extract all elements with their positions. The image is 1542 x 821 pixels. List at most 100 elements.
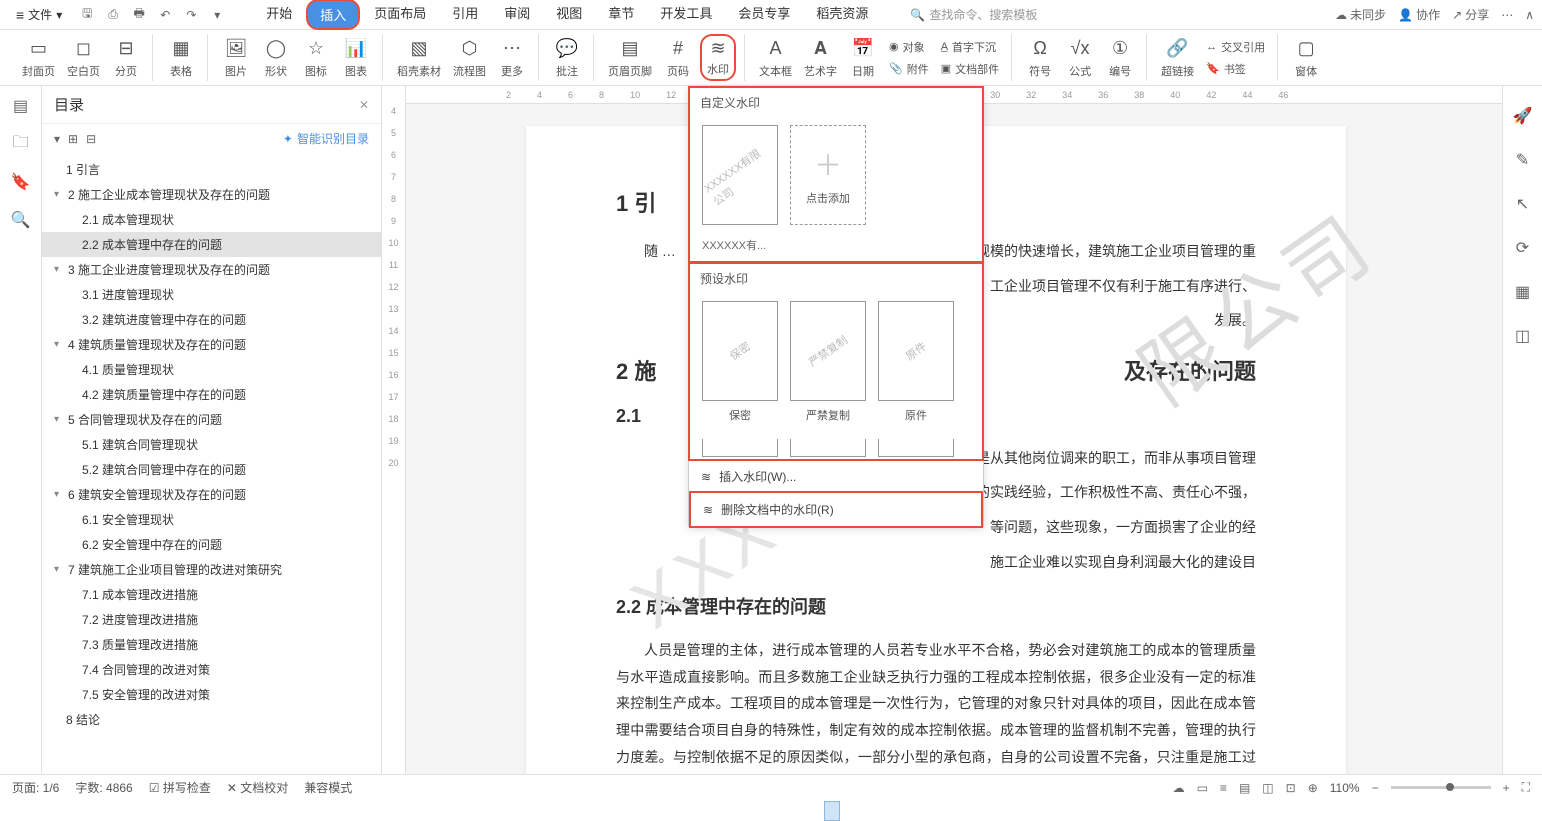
number-button[interactable]: ①编号 (1102, 34, 1138, 81)
tab-reference[interactable]: 引用 (440, 0, 490, 30)
crossref-button[interactable]: ↔交叉引用 (1202, 37, 1269, 57)
toc-item[interactable]: 7.1 成本管理改进措施 (42, 582, 381, 607)
attach-button[interactable]: 📎附件 (885, 59, 933, 79)
toc-item[interactable]: 7.2 进度管理改进措施 (42, 607, 381, 632)
toc-item[interactable]: 3.2 建筑进度管理中存在的问题 (42, 307, 381, 332)
toc-item[interactable]: 5.1 建筑合同管理现状 (42, 432, 381, 457)
tab-devtools[interactable]: 开发工具 (648, 0, 724, 30)
page-break-button[interactable]: ⊟分页 (108, 34, 144, 81)
zoom-in-icon[interactable]: + (1503, 781, 1510, 795)
toc-item[interactable]: ▾2 施工企业成本管理现状及存在的问题 (42, 182, 381, 207)
tab-vip[interactable]: 会员专享 (726, 0, 802, 30)
zoom-slider[interactable] (1391, 786, 1491, 789)
chevron-down-icon[interactable]: ▾ (208, 6, 226, 24)
toc-item[interactable]: 2.1 成本管理现状 (42, 207, 381, 232)
status-compat[interactable]: 兼容模式 (304, 779, 352, 796)
bookmark-button[interactable]: 🔖书签 (1202, 59, 1269, 79)
view-page-icon[interactable]: ▭ (1197, 781, 1208, 795)
fullscreen-icon[interactable]: ⛶ (1522, 780, 1530, 795)
comment-button[interactable]: 💬批注 (549, 34, 585, 81)
toc-item[interactable]: 3.1 进度管理现状 (42, 282, 381, 307)
insert-watermark-action[interactable]: ≋插入水印(W)... (689, 460, 983, 493)
object-button[interactable]: ◉对象 (885, 37, 933, 57)
preset-row2-2[interactable] (790, 439, 866, 457)
blank-page-button[interactable]: ◻空白页 (63, 34, 104, 81)
collapse-icon[interactable]: ∧ (1525, 8, 1534, 22)
toc-item[interactable]: ▾3 施工企业进度管理现状及存在的问题 (42, 257, 381, 282)
tab-view[interactable]: 视图 (544, 0, 594, 30)
preset-row2-3[interactable] (878, 439, 954, 457)
nav-bookmark-icon[interactable]: 🔖 (11, 172, 31, 192)
tab-pagelayout[interactable]: 页面布局 (362, 0, 438, 30)
undo-icon[interactable]: ↶ (156, 6, 174, 24)
toc-item[interactable]: 5.2 建筑合同管理中存在的问题 (42, 457, 381, 482)
preset-nocopy[interactable]: 严禁复制严禁复制 (790, 301, 866, 423)
export-icon[interactable]: ⎙ (104, 6, 122, 24)
toc-item[interactable]: ▾5 合同管理现状及存在的问题 (42, 407, 381, 432)
nav-search-icon[interactable]: 🔍 (11, 210, 31, 230)
command-search[interactable]: 🔍 查找命令、搜索模板 (910, 6, 1037, 23)
remove-watermark-action[interactable]: ≋删除文档中的水印(R) (689, 491, 983, 528)
iconlib-button[interactable]: ☆图标 (298, 34, 334, 81)
tab-resources[interactable]: 稻壳资源 (804, 0, 880, 30)
toc-item[interactable]: ▾6 建筑安全管理现状及存在的问题 (42, 482, 381, 507)
wordart-button[interactable]: 𝐀艺术字 (800, 34, 841, 81)
toc-collapse-icon[interactable]: ▾ (54, 132, 60, 146)
watermark-button[interactable]: ≋水印 (700, 34, 736, 81)
view-cloud-icon[interactable]: ☁ (1173, 781, 1185, 795)
sync-button[interactable]: ☁未同步 (1335, 6, 1386, 23)
more-button[interactable]: ⋯更多 (494, 34, 530, 81)
print-icon[interactable]: 🖶 (130, 6, 148, 24)
rocket-icon[interactable]: 🚀 (1513, 106, 1533, 126)
preset-row2-1[interactable] (702, 439, 778, 457)
collab-button[interactable]: 👤协作 (1398, 6, 1440, 23)
toc-item[interactable]: 4.2 建筑质量管理中存在的问题 (42, 382, 381, 407)
window-button[interactable]: ▢窗体 (1288, 34, 1324, 81)
tab-chapter[interactable]: 章节 (596, 0, 646, 30)
view-web-icon[interactable]: ▤ (1239, 781, 1250, 795)
preset-confidential[interactable]: 保密保密 (702, 301, 778, 423)
zoom-fit-icon[interactable]: ⊕ (1308, 781, 1318, 795)
close-icon[interactable]: ✕ (359, 98, 369, 112)
refresh-icon[interactable]: ⟳ (1513, 238, 1533, 258)
formula-button[interactable]: √x公式 (1062, 34, 1098, 81)
view-outline-icon[interactable]: ≡ (1220, 781, 1227, 795)
toc-item[interactable]: 7.3 质量管理改进措施 (42, 632, 381, 657)
cursor-icon[interactable]: ↖ (1513, 194, 1533, 214)
toc-add-icon[interactable]: ⊞ (68, 132, 78, 146)
page-number-button[interactable]: #页码 (660, 34, 696, 81)
redo-icon[interactable]: ↷ (182, 6, 200, 24)
dropcap-button[interactable]: A̲首字下沉 (937, 37, 1003, 57)
toc-item[interactable]: 4.1 质量管理现状 (42, 357, 381, 382)
view-focus-icon[interactable]: ⊡ (1286, 781, 1296, 795)
file-menu[interactable]: ≡ 文件 ▾ (8, 6, 70, 23)
header-footer-button[interactable]: ▤页眉页脚 (604, 34, 656, 81)
toc-item[interactable]: 6.2 安全管理中存在的问题 (42, 532, 381, 557)
toc-item[interactable]: 6.1 安全管理现状 (42, 507, 381, 532)
add-watermark-button[interactable]: ＋点击添加 (790, 125, 866, 225)
grid-icon[interactable]: ▦ (1513, 282, 1533, 302)
view-read-icon[interactable]: ◫ (1262, 781, 1273, 795)
material-button[interactable]: ▧稻壳素材 (393, 34, 445, 81)
share-button[interactable]: ↗分享 (1452, 6, 1489, 23)
picture-button[interactable]: 🖼图片 (218, 34, 254, 81)
symbol-button[interactable]: Ω符号 (1022, 34, 1058, 81)
toc-remove-icon[interactable]: ⊟ (86, 132, 96, 146)
textbox-button[interactable]: A文本框 (755, 34, 796, 81)
custom-watermark-preview[interactable]: XXXXXX有限公司 (702, 125, 778, 225)
toc-item[interactable]: 8 结论 (42, 707, 381, 732)
preset-original[interactable]: 原件原件 (878, 301, 954, 423)
tab-insert[interactable]: 插入 (306, 0, 360, 30)
toc-item[interactable]: 2.2 成本管理中存在的问题 (42, 232, 381, 257)
save-icon[interactable]: 🖫 (78, 6, 96, 24)
nav-folder-icon[interactable]: 🗀 (11, 134, 31, 154)
status-spellcheck[interactable]: ☑ 拼写检查 (149, 779, 211, 796)
shape-button[interactable]: ◯形状 (258, 34, 294, 81)
toc-item[interactable]: ▾4 建筑质量管理现状及存在的问题 (42, 332, 381, 357)
pen-icon[interactable]: ✎ (1513, 150, 1533, 170)
table-button[interactable]: ▦表格 (163, 34, 199, 81)
hyperlink-button[interactable]: 🔗超链接 (1157, 34, 1198, 81)
zoom-out-icon[interactable]: − (1372, 781, 1379, 795)
docpart-button[interactable]: ▣文档部件 (937, 59, 1003, 79)
app-icon[interactable]: ◫ (1513, 326, 1533, 346)
